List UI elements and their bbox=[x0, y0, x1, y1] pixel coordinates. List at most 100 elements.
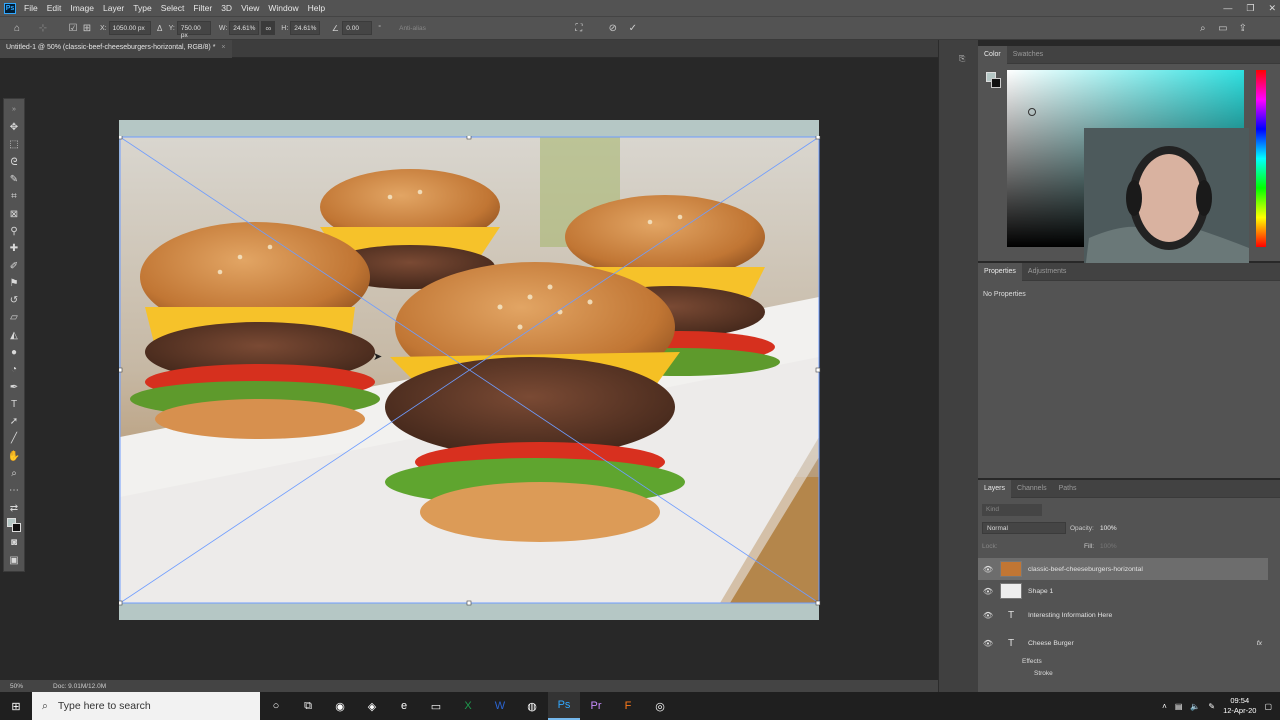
tab-properties[interactable]: Properties bbox=[978, 262, 1022, 281]
visibility-eye-icon[interactable]: 👁 bbox=[978, 611, 998, 620]
color-swatches-icon[interactable] bbox=[4, 517, 24, 534]
screen-mode-icon[interactable]: ▣ bbox=[4, 551, 24, 568]
swap-colors-icon[interactable]: ⇄ bbox=[4, 500, 24, 517]
fx-icon[interactable]: fx bbox=[1257, 640, 1262, 647]
menu-3d[interactable]: 3D bbox=[221, 3, 232, 13]
layer-filter-kind[interactable]: Kind bbox=[982, 504, 1042, 516]
frame-tool-icon[interactable]: ⊠ bbox=[4, 205, 24, 222]
menu-edit[interactable]: Edit bbox=[47, 3, 62, 13]
antialias-checkbox[interactable]: Anti-alias bbox=[399, 25, 426, 32]
quick-mask-icon[interactable]: ◙ bbox=[4, 534, 24, 551]
tab-paths[interactable]: Paths bbox=[1053, 480, 1083, 498]
document-tab[interactable]: Untitled-1 @ 50% (classic-beef-cheesebur… bbox=[0, 40, 232, 58]
menu-file[interactable]: File bbox=[24, 3, 38, 13]
home-icon[interactable]: ⌂ bbox=[10, 21, 24, 35]
tab-color[interactable]: Color bbox=[978, 45, 1007, 64]
share-icon[interactable]: ⇪ bbox=[1236, 21, 1250, 35]
layer-row-shape[interactable]: 👁 Shape 1 bbox=[978, 580, 1268, 602]
menu-window[interactable]: Window bbox=[268, 3, 298, 13]
restore-icon[interactable]: ❐ bbox=[1246, 3, 1254, 14]
transform-bounding-box[interactable] bbox=[119, 136, 821, 606]
paint-bucket-icon[interactable]: ◭ bbox=[4, 327, 24, 344]
fill-field[interactable]: 100% bbox=[1100, 543, 1117, 550]
reference-point-icon[interactable]: ⊞ bbox=[80, 21, 94, 35]
hand-tool-icon[interactable]: ✋ bbox=[4, 448, 24, 465]
zoom-tool-icon[interactable]: ⌕ bbox=[4, 465, 24, 482]
angle-field[interactable]: 0.00 bbox=[342, 21, 373, 35]
excel-icon[interactable]: X bbox=[452, 692, 484, 720]
eyedropper-tool-icon[interactable]: ⚲ bbox=[4, 223, 24, 240]
layer-row-cheese-burger[interactable]: 👁 T Cheese Burger fx bbox=[978, 632, 1268, 654]
toolbar-collapse-icon[interactable]: » bbox=[4, 99, 24, 119]
move-tool-icon[interactable]: ✥ bbox=[4, 119, 24, 136]
menu-help[interactable]: Help bbox=[308, 3, 325, 13]
x-field[interactable]: 1050.00 px bbox=[108, 21, 151, 35]
notifications-icon[interactable]: ▢ bbox=[1264, 702, 1272, 711]
color-picker-cursor[interactable] bbox=[1028, 108, 1036, 116]
cortana-icon[interactable]: ○ bbox=[260, 692, 292, 720]
pen-icon[interactable]: ✎ bbox=[1208, 702, 1215, 711]
task-view-icon[interactable]: ⧉ bbox=[292, 692, 324, 720]
link-icon[interactable]: ∞ bbox=[261, 21, 276, 35]
blur-tool-icon[interactable]: ● bbox=[4, 344, 24, 361]
brush-tool-icon[interactable]: ✐ bbox=[4, 257, 24, 274]
history-brush-icon[interactable]: ↺ bbox=[4, 292, 24, 309]
tab-layers[interactable]: Layers bbox=[978, 479, 1012, 498]
app-icon-obs[interactable]: ◎ bbox=[644, 692, 676, 720]
warp-icon[interactable]: ⛶ bbox=[572, 21, 586, 35]
layer-row-burger-image[interactable]: 👁 classic-beef-cheeseburgers-horizontal bbox=[978, 558, 1268, 580]
search-icon[interactable]: ⌕ bbox=[1196, 21, 1210, 35]
premiere-icon[interactable]: Pr bbox=[580, 692, 612, 720]
app-icon-f[interactable]: F bbox=[612, 692, 644, 720]
menu-type[interactable]: Type bbox=[133, 3, 151, 13]
visibility-eye-icon[interactable]: 👁 bbox=[978, 565, 998, 574]
workspace-icon[interactable]: ▭ bbox=[1216, 21, 1230, 35]
delta-icon[interactable]: Δ bbox=[153, 21, 167, 35]
hue-slider[interactable] bbox=[1256, 70, 1266, 247]
minimize-icon[interactable]: — bbox=[1223, 3, 1232, 13]
photoshop-taskbar-icon[interactable]: Ps bbox=[548, 692, 580, 720]
dodge-tool-icon[interactable]: ◔ bbox=[4, 361, 24, 378]
width-field[interactable]: 24.61% bbox=[229, 21, 260, 35]
reference-point-checkbox[interactable]: ☑ bbox=[66, 21, 80, 35]
cancel-transform-icon[interactable]: ⊘ bbox=[606, 21, 620, 35]
app-icon-1[interactable]: ◉ bbox=[324, 692, 356, 720]
chrome-icon[interactable]: ◍ bbox=[516, 692, 548, 720]
windows-start-icon[interactable]: ⊞ bbox=[0, 692, 32, 720]
clock[interactable]: 09:54 12-Apr-20 bbox=[1223, 696, 1256, 716]
opacity-field[interactable]: 100% bbox=[1100, 525, 1117, 532]
lasso-tool-icon[interactable]: ᘓ bbox=[4, 154, 24, 171]
clone-stamp-icon[interactable]: ⚑ bbox=[4, 275, 24, 292]
history-panel-icon[interactable]: ⎘ bbox=[959, 54, 965, 64]
healing-brush-icon[interactable]: ✚ bbox=[4, 240, 24, 257]
layer-row-info-text[interactable]: 👁 T Interesting Information Here bbox=[978, 604, 1268, 626]
height-field[interactable]: 24.61% bbox=[290, 21, 321, 35]
tab-adjustments[interactable]: Adjustments bbox=[1022, 263, 1073, 281]
zoom-level[interactable]: 50% bbox=[10, 683, 23, 690]
menu-view[interactable]: View bbox=[241, 3, 259, 13]
more-tools-icon[interactable]: ⋯ bbox=[4, 482, 24, 499]
transform-tool-icon[interactable]: ⊹ bbox=[36, 21, 50, 35]
type-tool-icon[interactable]: T bbox=[4, 396, 24, 413]
taskbar-search-box[interactable]: ⌕ Type here to search bbox=[32, 692, 260, 720]
file-explorer-icon[interactable]: ▭ bbox=[420, 692, 452, 720]
eraser-tool-icon[interactable]: ▱ bbox=[4, 309, 24, 326]
pen-tool-icon[interactable]: ✒ bbox=[4, 378, 24, 395]
crop-tool-icon[interactable]: ⌗ bbox=[4, 188, 24, 205]
path-select-icon[interactable]: ➚ bbox=[4, 413, 24, 430]
menu-layer[interactable]: Layer bbox=[103, 3, 124, 13]
visibility-eye-icon[interactable]: 👁 bbox=[978, 587, 998, 596]
y-field[interactable]: 750.00 px bbox=[176, 21, 211, 39]
tab-swatches[interactable]: Swatches bbox=[1007, 46, 1049, 64]
word-icon[interactable]: W bbox=[484, 692, 516, 720]
menu-select[interactable]: Select bbox=[161, 3, 185, 13]
tab-channels[interactable]: Channels bbox=[1011, 480, 1053, 498]
tray-arrow-icon[interactable]: ˄ bbox=[1162, 702, 1167, 711]
line-tool-icon[interactable]: ╱ bbox=[4, 430, 24, 447]
marquee-tool-icon[interactable]: ⬚ bbox=[4, 136, 24, 153]
fg-bg-swatch[interactable] bbox=[986, 72, 1001, 88]
visibility-eye-icon[interactable]: 👁 bbox=[978, 639, 998, 648]
commit-transform-icon[interactable]: ✓ bbox=[626, 21, 640, 35]
blend-mode-select[interactable]: Normal bbox=[982, 522, 1066, 534]
close-icon[interactable]: ✕ bbox=[1268, 3, 1276, 14]
